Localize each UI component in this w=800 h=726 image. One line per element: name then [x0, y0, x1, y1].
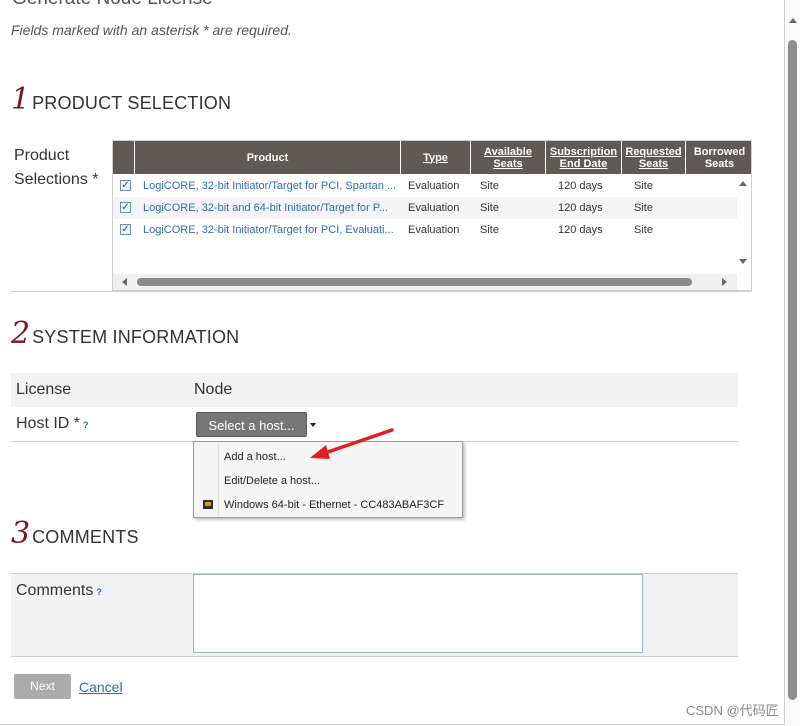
column-borrowed-seats[interactable]: Borrowed Seats — [686, 141, 751, 174]
column-subscription-end-date[interactable]: Subscription End Date — [546, 141, 622, 174]
product-link[interactable]: LogiCORE, 32-bit Initiator/Target for PC… — [143, 175, 399, 197]
column-product[interactable]: Product — [135, 141, 401, 174]
section-product-selection-heading: 1 PRODUCT SELECTION — [11, 82, 231, 117]
grid-horizontal-scrollbar[interactable] — [113, 274, 737, 290]
comments-row: Comments? — [11, 573, 738, 657]
menu-item-label: Windows 64-bit - Ethernet - CC483ABAF3CF — [224, 499, 445, 511]
scroll-up-icon[interactable] — [789, 18, 797, 23]
available-seats-cell: Site — [480, 202, 499, 214]
table-row[interactable]: ✓ LogiCORE, 32-bit Initiator/Target for … — [113, 219, 737, 241]
available-seats-cell: Site — [480, 180, 499, 192]
page-scroll-thumb[interactable] — [788, 40, 797, 700]
help-icon[interactable]: ? — [96, 587, 102, 597]
page-title: Generate Node License — [12, 0, 213, 10]
required-fields-note: Fields marked with an asterisk * are req… — [11, 22, 292, 38]
host-id-label: Host ID *? — [16, 407, 89, 442]
type-cell: Evaluation — [408, 180, 460, 192]
license-row: License Node — [11, 373, 738, 407]
grid-scroll-up-icon[interactable] — [739, 181, 747, 186]
grid-scroll-down-icon[interactable] — [739, 259, 747, 264]
row-checkbox[interactable]: ✓ — [120, 180, 131, 191]
menu-item-label: Edit/Delete a host... — [224, 475, 320, 487]
section-system-information-heading: 2 SYSTEM INFORMATION — [11, 316, 239, 351]
comments-textarea[interactable] — [193, 574, 643, 653]
scroll-left-icon[interactable] — [122, 278, 127, 286]
table-row[interactable]: ✓ LogiCORE, 32-bit Initiator/Target for … — [113, 175, 737, 197]
requested-seats-cell: Site — [634, 202, 653, 214]
page-scrollbar[interactable] — [785, 0, 800, 726]
page-content: Generate Node License Fields marked with… — [0, 0, 785, 725]
host-id-label-text: Host ID * — [16, 415, 81, 432]
requested-seats-cell: Site — [634, 224, 653, 236]
product-grid: Product Type Available Seats Subscriptio… — [112, 140, 752, 291]
comments-label-text: Comments — [16, 582, 94, 599]
column-requested-seats[interactable]: Requested Seats — [622, 141, 686, 174]
row-checkbox[interactable]: ✓ — [120, 202, 131, 213]
divider — [11, 291, 752, 292]
requested-seats-cell: Site — [634, 180, 653, 192]
section-number: 2 — [11, 316, 31, 351]
section-title: COMMENTS — [32, 527, 139, 547]
watermark: CSDN @代码匠 — [686, 703, 779, 718]
grid-header: Product Type Available Seats Subscriptio… — [113, 141, 751, 174]
table-row[interactable]: ✓ LogiCORE, 32-bit and 64-bit Initiator/… — [113, 197, 737, 219]
comments-label: Comments? — [16, 582, 102, 600]
section-number: 3 — [11, 516, 31, 551]
column-available-seats[interactable]: Available Seats — [471, 141, 546, 174]
section-comments-heading: 3 COMMENTS — [11, 516, 139, 551]
end-date-cell: 120 days — [558, 224, 603, 236]
available-seats-cell: Site — [480, 224, 499, 236]
checkbox-column-header — [113, 141, 135, 174]
row-checkbox[interactable]: ✓ — [120, 224, 131, 235]
menu-item-windows-host[interactable]: Windows 64-bit - Ethernet - CC483ABAF3CF — [194, 493, 462, 517]
section-number: 1 — [11, 82, 31, 117]
horizontal-scroll-thumb[interactable] — [137, 278, 692, 286]
cancel-link[interactable]: Cancel — [79, 679, 123, 695]
network-card-icon — [203, 500, 213, 509]
product-link[interactable]: LogiCORE, 32-bit and 64-bit Initiator/Ta… — [143, 197, 399, 219]
scroll-right-icon[interactable] — [722, 278, 727, 286]
license-value: Node — [194, 381, 233, 398]
product-selections-label: Product Selections * — [14, 147, 99, 188]
menu-item-edit-delete-host[interactable]: Edit/Delete a host... — [194, 469, 462, 493]
type-cell: Evaluation — [408, 202, 460, 214]
license-label: License — [16, 381, 72, 398]
menu-item-label: Add a host... — [224, 451, 286, 463]
end-date-cell: 120 days — [558, 202, 603, 214]
section-title: PRODUCT SELECTION — [32, 93, 232, 113]
help-icon[interactable]: ? — [83, 420, 89, 430]
type-cell: Evaluation — [408, 224, 460, 236]
end-date-cell: 120 days — [558, 180, 603, 192]
annotation-arrow-icon — [310, 428, 394, 459]
section-title: SYSTEM INFORMATION — [32, 327, 240, 347]
next-button[interactable]: Next — [14, 674, 71, 699]
column-type[interactable]: Type — [401, 141, 471, 174]
select-host-button[interactable]: Select a host... — [196, 412, 307, 437]
product-link[interactable]: LogiCORE, 32-bit Initiator/Target for PC… — [143, 219, 399, 241]
